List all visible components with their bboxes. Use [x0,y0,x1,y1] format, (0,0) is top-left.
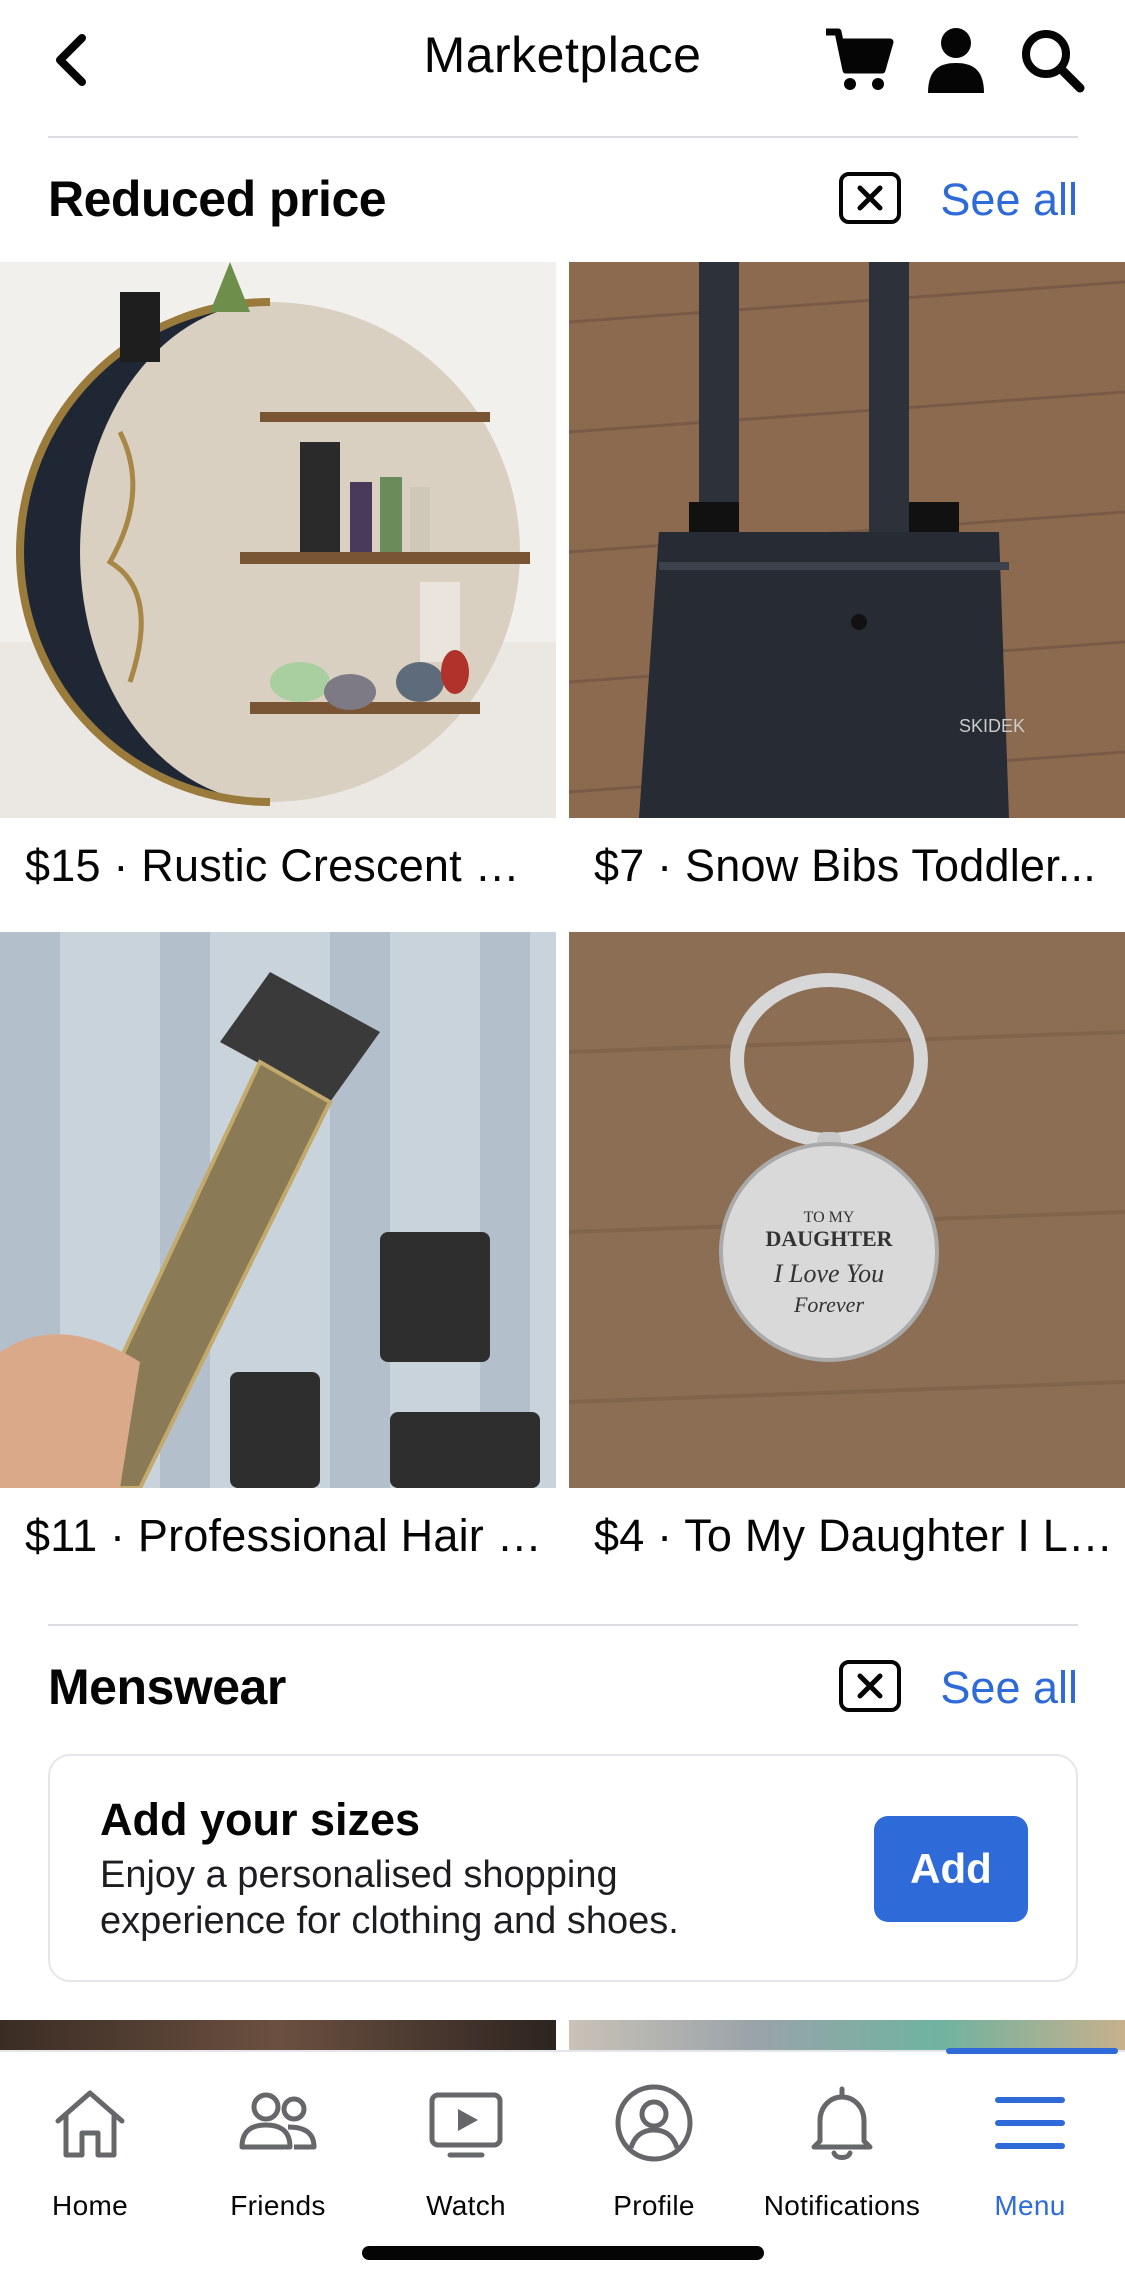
friends-icon [239,2092,317,2150]
svg-text:TO MY: TO MY [804,1209,855,1226]
listing-image: SKIDEK [569,262,1125,818]
card-title: Add your sizes [100,1794,421,1845]
tab-label: Profile [613,2190,695,2221]
tab-profile[interactable]: Profile [560,2052,748,2232]
listing-image: TO MY DAUGHTER I Love You Forever [569,932,1125,1488]
close-icon [857,185,883,211]
add-sizes-card: Add your sizes Enjoy a personalised shop… [48,1754,1078,1982]
bell-icon [811,2086,873,2160]
tab-label: Menu [994,2190,1066,2221]
profile-shortcut-button[interactable] [916,20,996,100]
close-icon [857,1673,883,1699]
section-divider [48,1624,1078,1626]
listing-card[interactable]: SKIDEK $7 · Snow Bibs Toddler... [569,262,1125,892]
menswear-header: Menswear See all [48,1648,1078,1728]
home-indicator[interactable] [362,2246,764,2260]
section-title: Menswear [48,1659,286,1715]
header-divider [48,136,1078,138]
listing-caption: $15 · Rustic Crescent M... [25,840,551,891]
search-button[interactable] [1012,20,1092,100]
listing-caption: $11 · Professional Hair S... [25,1510,556,1561]
svg-text:SKIDEK: SKIDEK [959,716,1025,736]
listing-image [0,262,556,818]
listing-card[interactable]: $15 · Rustic Crescent M... [0,262,556,892]
listing-image[interactable] [569,2020,1125,2050]
section-title: Reduced price [48,171,387,227]
cart-button[interactable] [818,20,898,100]
listing-caption: $7 · Snow Bibs Toddler... [594,840,1096,891]
svg-text:DAUGHTER: DAUGHTER [765,1226,893,1251]
listing-card[interactable]: TO MY DAUGHTER I Love You Forever $4 · T… [569,932,1125,1562]
profile-icon [615,2084,693,2162]
tab-label: Watch [426,2190,506,2221]
menu-icon [995,2097,1065,2149]
see-all-link[interactable]: See all [940,174,1078,226]
tab-home[interactable]: Home [0,2052,184,2232]
cart-icon [826,28,894,90]
home-icon [55,2090,125,2158]
tab-label: Notifications [763,2190,921,2221]
listing-card[interactable]: $11 · Professional Hair S... [0,932,556,1562]
search-icon [1022,30,1085,93]
listing-image[interactable] [0,2020,556,2050]
svg-text:Forever: Forever [793,1292,864,1317]
person-icon [928,28,984,93]
see-all-link[interactable]: See all [940,1662,1078,1714]
tab-label: Friends [230,2190,326,2221]
card-description: Enjoy a personalised shopping experience… [100,1854,679,1942]
tab-menu[interactable]: Menu [936,2052,1124,2232]
listing-image [0,932,556,1488]
top-bar: Marketplace [0,0,1125,136]
tab-friends[interactable]: Friends [184,2052,372,2232]
dismiss-section-button[interactable] [839,1660,901,1712]
watch-icon [429,2092,503,2158]
add-sizes-button[interactable]: Add [874,1816,1028,1922]
tab-watch[interactable]: Watch [372,2052,560,2232]
svg-text:I Love You: I Love You [773,1259,884,1288]
tab-label: Home [52,2190,128,2221]
dismiss-section-button[interactable] [839,172,901,224]
reduced-price-header: Reduced price See all [48,160,1078,240]
tab-notifications[interactable]: Notifications [748,2052,936,2232]
listing-caption: $4 · To My Daughter I Lo... [594,1510,1125,1561]
